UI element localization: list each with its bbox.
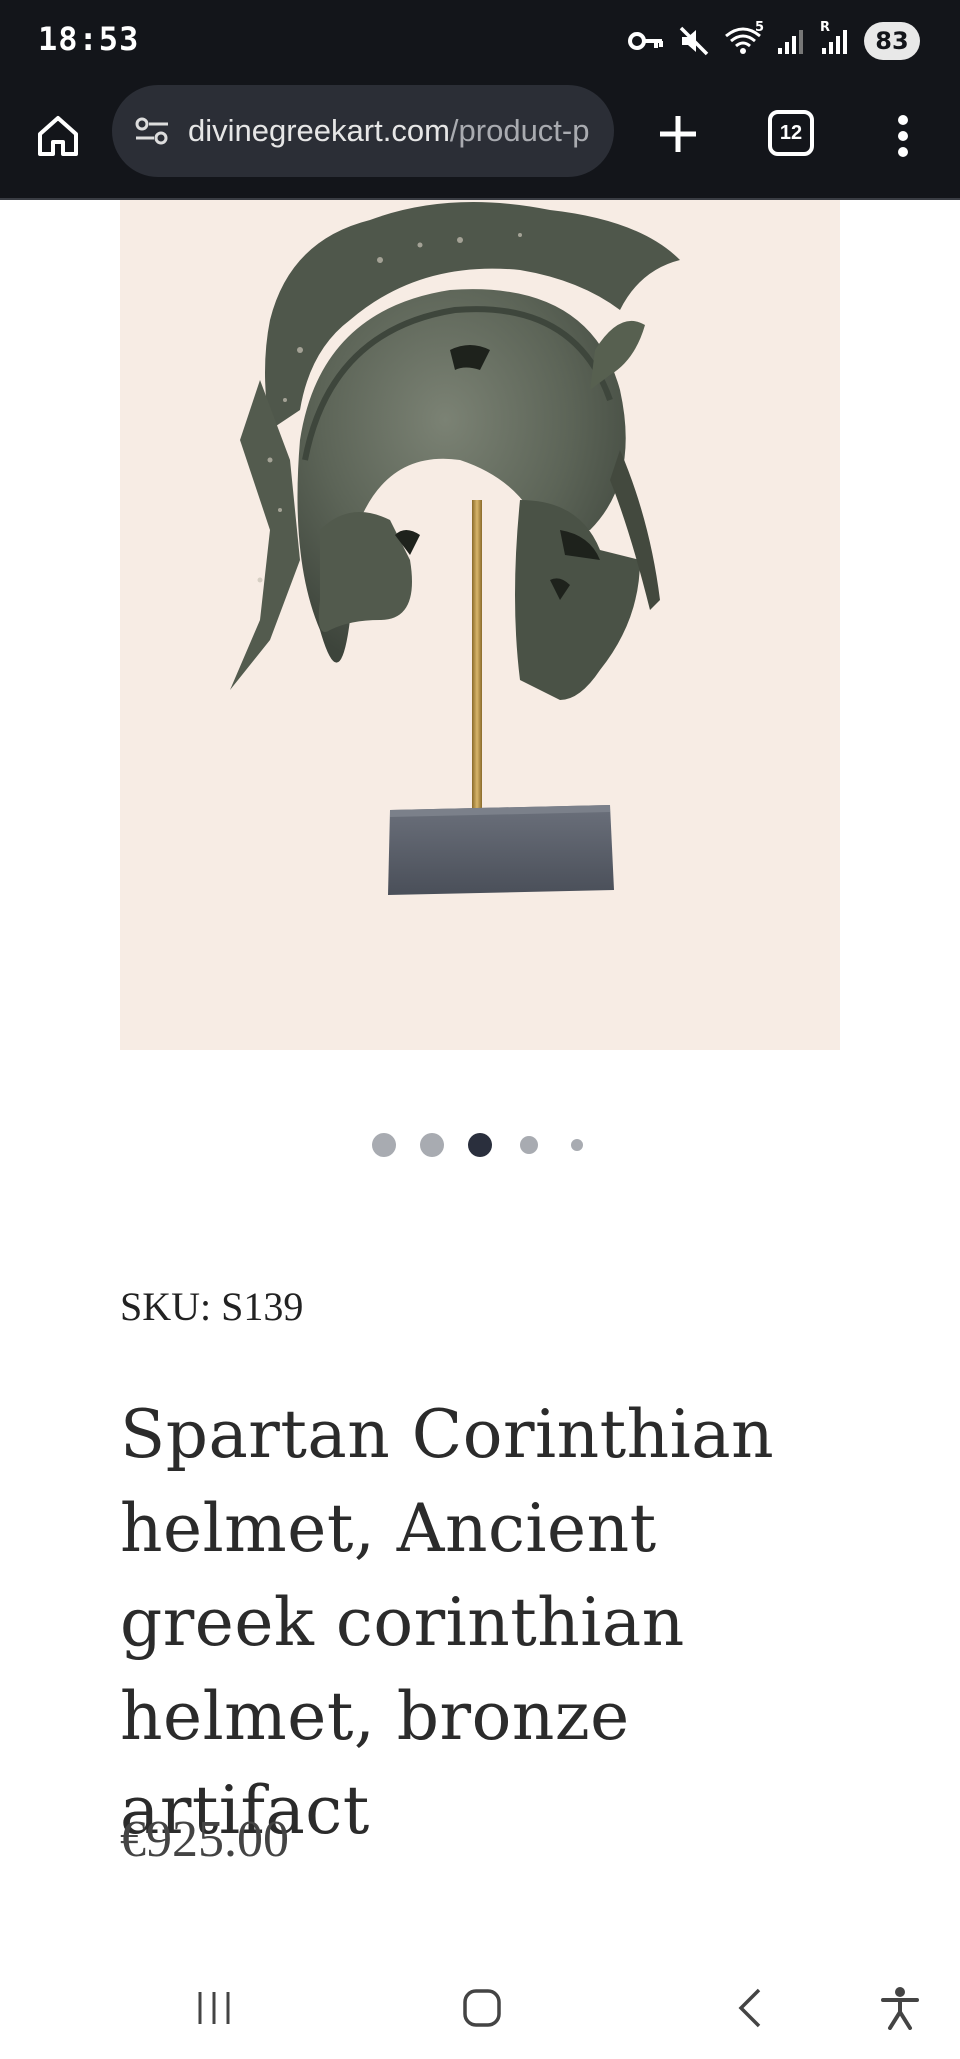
product-image[interactable] bbox=[120, 200, 840, 1050]
carousel-dot[interactable] bbox=[372, 1133, 396, 1157]
home-button[interactable] bbox=[30, 108, 86, 164]
status-bar: 18:53 5 R 83 bbox=[0, 0, 960, 82]
status-icons: 5 R 83 bbox=[628, 18, 920, 64]
back-icon bbox=[738, 1988, 761, 2028]
wifi-label: 5 bbox=[754, 20, 764, 35]
system-nav-bar bbox=[0, 1960, 960, 2059]
menu-icon bbox=[898, 115, 908, 157]
home-nav-button[interactable] bbox=[452, 1978, 512, 2038]
recents-button[interactable] bbox=[184, 1978, 244, 2038]
accessibility-icon bbox=[881, 1987, 919, 2030]
key-icon bbox=[628, 29, 664, 53]
signal-icon bbox=[776, 26, 806, 56]
url-path: /product-p bbox=[449, 113, 590, 148]
plus-icon bbox=[660, 116, 696, 152]
wifi-icon: 5 bbox=[724, 20, 764, 56]
recents-icon bbox=[198, 1992, 230, 2024]
signal-icon: R bbox=[820, 20, 850, 56]
battery-indicator: 83 bbox=[864, 22, 920, 60]
status-time: 18:53 bbox=[38, 20, 140, 58]
browser-toolbar: divinegreekart.com/product-p 12 bbox=[0, 82, 960, 200]
carousel-dot[interactable] bbox=[520, 1136, 538, 1154]
menu-button[interactable] bbox=[880, 106, 926, 166]
back-button[interactable] bbox=[720, 1978, 780, 2038]
carousel-dot[interactable] bbox=[571, 1139, 583, 1151]
home-icon bbox=[38, 116, 78, 156]
carousel-indicator bbox=[0, 1131, 960, 1161]
site-settings-icon[interactable] bbox=[132, 111, 172, 151]
carousel-dot[interactable] bbox=[420, 1133, 444, 1157]
url-text[interactable]: divinegreekart.com/product-p bbox=[188, 113, 598, 149]
helmet-illustration bbox=[230, 202, 680, 895]
home-nav-icon bbox=[463, 1989, 501, 2027]
tab-switcher-button[interactable]: 12 bbox=[768, 110, 814, 156]
mute-icon bbox=[678, 25, 710, 57]
product-title: Spartan Corinthian helmet, Ancient greek… bbox=[120, 1396, 775, 1849]
address-bar[interactable]: divinegreekart.com/product-p bbox=[112, 85, 614, 177]
tabs-icon-count: 12 bbox=[779, 121, 803, 144]
product-price: €925.00 bbox=[120, 1811, 289, 1868]
accessibility-button[interactable] bbox=[870, 1978, 930, 2038]
carousel-dot-active[interactable] bbox=[468, 1133, 492, 1157]
new-tab-button[interactable] bbox=[648, 104, 708, 164]
product-sku: SKU: S139 bbox=[120, 1284, 304, 1329]
roaming-label: R bbox=[820, 20, 831, 35]
url-domain: divinegreekart.com bbox=[188, 113, 450, 148]
